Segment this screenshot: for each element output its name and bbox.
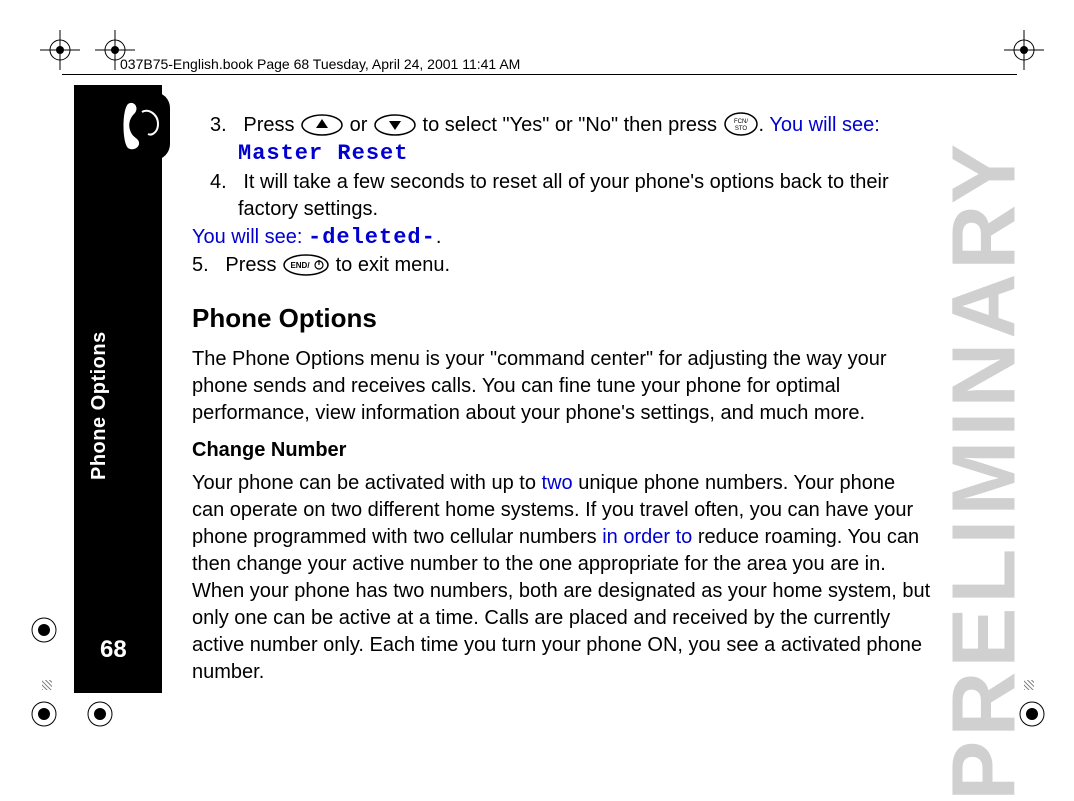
up-arrow-key-icon bbox=[300, 114, 344, 136]
paragraph-1: The Phone Options menu is your "command … bbox=[192, 346, 932, 427]
sidebar-label: Phone Options bbox=[88, 331, 111, 480]
page-number: 68 bbox=[100, 636, 127, 664]
see-label: You will see: bbox=[192, 226, 308, 248]
step-5: 5. Press END/ to exit menu. bbox=[192, 252, 932, 279]
bullseye-left-1 bbox=[30, 616, 58, 644]
p2-two: two bbox=[542, 472, 573, 494]
crop-mark-top-right bbox=[1004, 30, 1044, 70]
p2-c: reduce roaming. You can then change your… bbox=[192, 526, 930, 683]
svg-text:END/: END/ bbox=[290, 261, 310, 270]
step-3: 3. Press or to select "Yes" or "No" then… bbox=[210, 112, 932, 169]
preliminary-watermark: PRELIMINARY bbox=[934, 140, 1037, 801]
lcd-master-reset: Master Reset bbox=[238, 141, 408, 166]
header-meta: 037B75-English.book Page 68 Tuesday, Apr… bbox=[120, 56, 520, 72]
bullseye-left-3 bbox=[86, 700, 114, 728]
step-5-num: 5. bbox=[192, 254, 209, 276]
crop-mark-top-left bbox=[40, 30, 80, 70]
header-rule bbox=[62, 74, 1017, 75]
p2-a: Your phone can be activated with up to bbox=[192, 472, 542, 494]
fcn-sto-key-icon: FCN/STO bbox=[723, 112, 759, 136]
step-4-num: 4. bbox=[210, 171, 227, 193]
lcd-deleted: -deleted- bbox=[308, 225, 436, 250]
p2-inorder: in order to bbox=[602, 526, 692, 548]
step-3-b: or bbox=[344, 114, 373, 136]
step-5-b: to exit menu. bbox=[330, 254, 450, 276]
page: 037B75-English.book Page 68 Tuesday, Apr… bbox=[0, 0, 1074, 778]
paragraph-2: Your phone can be activated with up to t… bbox=[192, 470, 932, 686]
see-deleted-line: You will see: -deleted-. bbox=[192, 223, 932, 253]
step-4-text: It will take a few seconds to reset all … bbox=[238, 171, 889, 220]
step-5-a: Press bbox=[225, 254, 282, 276]
bullseye-left-2 bbox=[30, 700, 58, 728]
svg-text:FCN/: FCN/ bbox=[734, 119, 748, 125]
step-3-see: You will see: bbox=[769, 114, 879, 136]
svg-text:STO: STO bbox=[734, 126, 747, 132]
step-3-a: Press bbox=[243, 114, 300, 136]
end-power-key-icon: END/ bbox=[282, 254, 330, 276]
content-area: 3. Press or to select "Yes" or "No" then… bbox=[192, 112, 932, 686]
crop-mark-top-left-2 bbox=[95, 30, 135, 70]
step-3-num: 3. bbox=[210, 114, 227, 136]
phone-handset-icon bbox=[112, 92, 170, 160]
step-3-c: to select "Yes" or "No" then press bbox=[417, 114, 723, 136]
heading-phone-options: Phone Options bbox=[192, 301, 932, 336]
step-4: 4. It will take a few seconds to reset a… bbox=[210, 169, 932, 223]
see-dot: . bbox=[436, 226, 442, 248]
down-arrow-key-icon bbox=[373, 114, 417, 136]
heading-change-number: Change Number bbox=[192, 437, 932, 464]
step-3-d: . bbox=[759, 114, 770, 136]
gray-swatch-left bbox=[42, 680, 52, 690]
